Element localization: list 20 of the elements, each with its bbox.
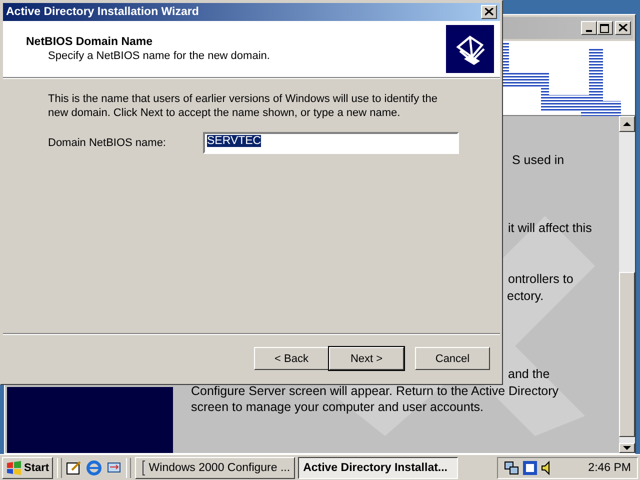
- start-button[interactable]: Start: [2, 456, 54, 478]
- wizard-button[interactable]: < Back: [254, 347, 329, 370]
- body-text: Configure Server screen will appear. Return to the Active Directory: [191, 384, 559, 398]
- body-text: S used in: [512, 153, 564, 167]
- body-text: ectory.: [507, 289, 544, 303]
- wizard-button[interactable]: Next >: [329, 347, 404, 370]
- page-subtitle: Specify a NetBIOS name for the new domain.: [48, 50, 270, 62]
- description-text: This is the name that users of earlier versions of Windows will use to identify the new domain. Click Next to accept the name shown, or type a new name.: [48, 92, 438, 120]
- body-text: and the: [508, 367, 550, 381]
- field-label: Domain NetBIOS name:: [48, 137, 167, 149]
- body-text: screen to manage your computer and user accounts.: [191, 400, 484, 414]
- body-text: it will affect this: [508, 221, 592, 235]
- body-text: ontrollers to: [508, 272, 574, 286]
- taskbar-button[interactable]: Active Directory Installat...: [298, 456, 458, 478]
- window-title: Active Directory Installation Wizard: [6, 6, 199, 18]
- netbios-name-field[interactable]: SERVTEC: [203, 132, 459, 154]
- taskbar-button[interactable]: Windows 2000 Configure ...: [135, 456, 296, 478]
- clock: 2:46 PM: [588, 462, 631, 474]
- wizard-button[interactable]: Cancel: [415, 347, 490, 370]
- page-title: NetBIOS Domain Name: [26, 36, 154, 48]
